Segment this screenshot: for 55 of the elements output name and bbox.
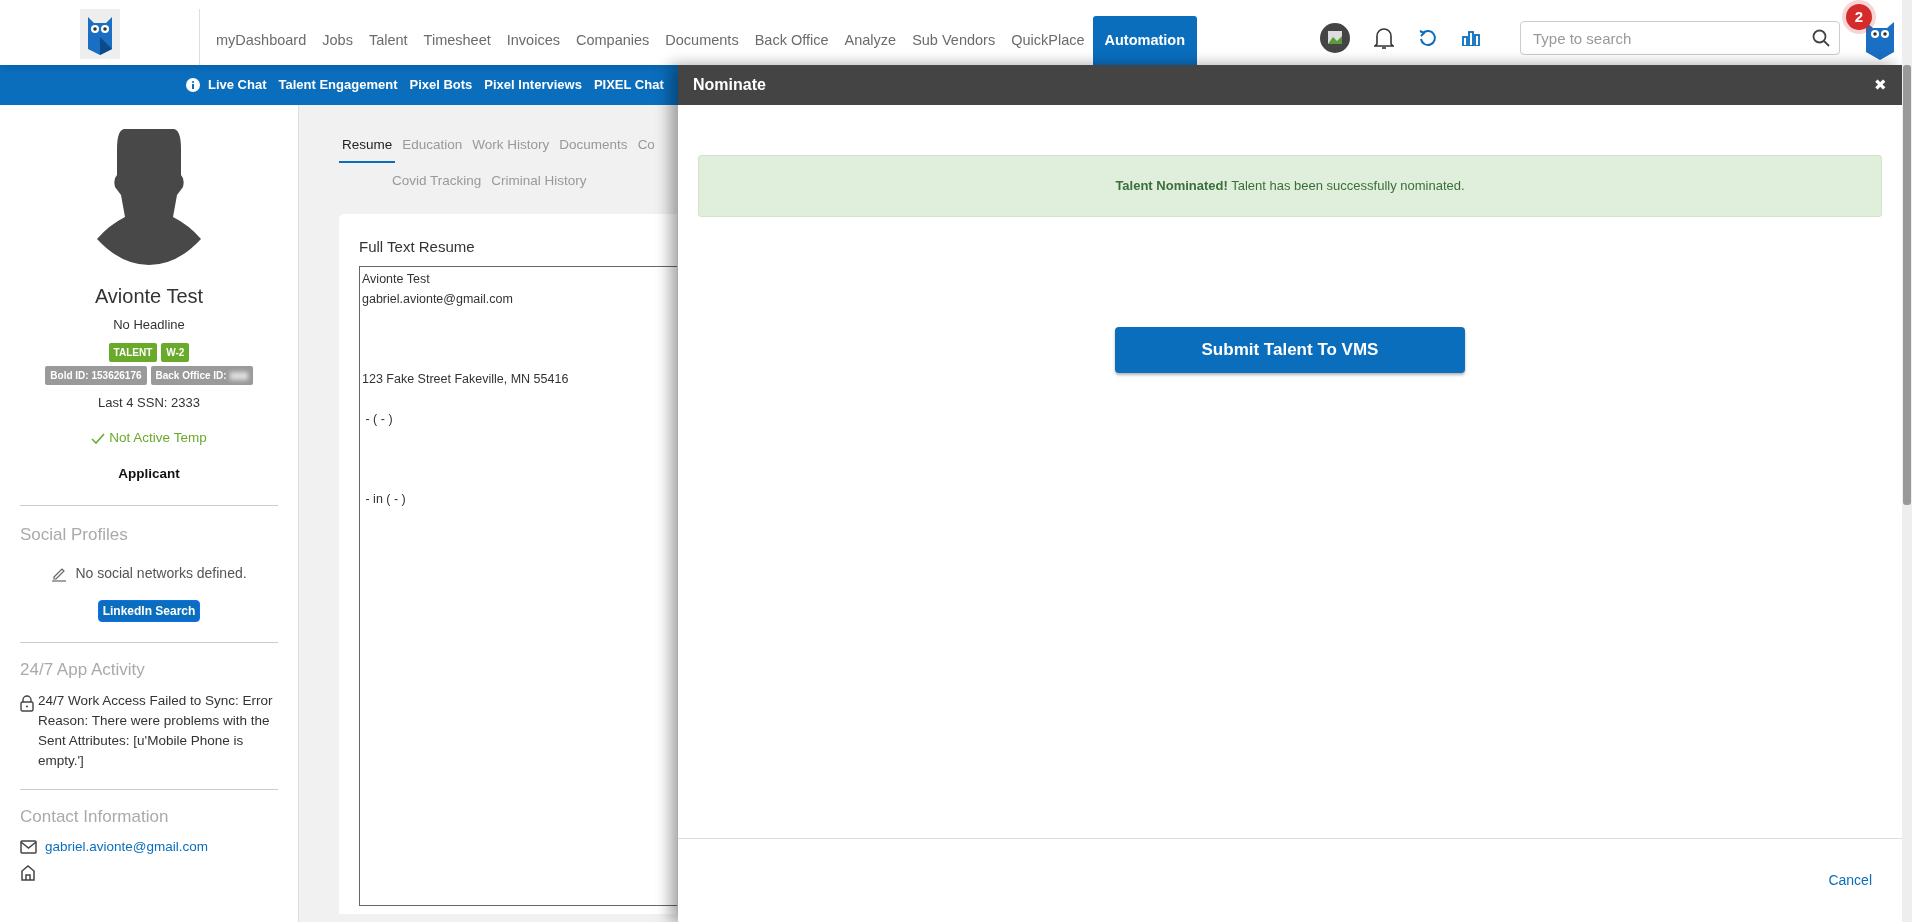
nav-link[interactable]: Companies: [567, 16, 658, 65]
nav-link[interactable]: Talent: [360, 16, 416, 65]
search-field[interactable]: Type to search: [1520, 21, 1840, 55]
nav-link[interactable]: QuickPlace: [1003, 16, 1093, 65]
nav-link[interactable]: Jobs: [314, 16, 361, 65]
owl-logo[interactable]: [79, 9, 120, 59]
alert-message: Talent Nominated! Talent has been successfully nominated.: [1115, 177, 1465, 196]
nav-link[interactable]: Analyze: [836, 16, 905, 65]
id-tag: Bold ID: 153626176: [45, 365, 147, 385]
envelope-icon: [20, 840, 37, 855]
section-title: Contact Information: [20, 805, 169, 828]
email-link[interactable]: gabriel.avionte@gmail.com: [45, 837, 209, 858]
tag: W-2: [161, 342, 190, 362]
submit-button[interactable]: Submit Talent To VMS: [1115, 327, 1465, 373]
sync-error-message: 24/7 Work Access Failed to Sync: Error Reason: There were problems with the Sent Attributes: [u'Mobile Phone is empty.']: [38, 691, 274, 770]
panel-title: Nominate: [693, 75, 766, 95]
section-title: Social Profiles: [20, 523, 128, 546]
sub-nav-link[interactable]: Live Chat: [208, 75, 267, 95]
avatar-icon[interactable]: [1320, 23, 1350, 53]
nav-link[interactable]: Timesheet: [415, 16, 499, 65]
empty-state-text: No social networks defined.: [75, 564, 247, 583]
headline-text: No Headline: [113, 316, 185, 334]
bell-icon[interactable]: [1374, 26, 1394, 50]
info-icon: [186, 78, 200, 92]
nav-link[interactable]: Invoices: [498, 16, 568, 65]
resume-text-area[interactable]: Avionte Test gabriel.avionte@gmail.com 123 Fake Street Fakeville, MN 55416 - ( - ) - in ( - ): [359, 266, 677, 906]
refresh-icon[interactable]: [1418, 28, 1438, 48]
nav-link[interactable]: myDashboard: [208, 16, 315, 65]
lock-icon: [20, 694, 34, 712]
nav-link[interactable]: Sub Vendors: [904, 16, 1004, 65]
section-title: 24/7 App Activity: [20, 659, 145, 681]
search-icon[interactable]: [1812, 29, 1830, 47]
id-tag: Back Office ID:: [150, 365, 253, 385]
home-icon: [20, 865, 36, 882]
sub-nav-link[interactable]: Talent Engagement: [278, 75, 398, 95]
person-silhouette-icon: [97, 129, 201, 265]
nav-link[interactable]: Automation: [1092, 16, 1198, 65]
sub-nav-link[interactable]: Pixel Interviews: [484, 75, 582, 95]
card-title: Full Text Resume: [359, 236, 476, 257]
tab[interactable]: Resume: [339, 129, 396, 164]
notification-badge: 2: [1846, 4, 1872, 30]
nav-link[interactable]: Documents: [657, 16, 747, 65]
linkedin-search-button[interactable]: LinkedIn Search: [97, 600, 201, 622]
tag: TALENT: [108, 342, 158, 362]
talent-type-text: Applicant: [118, 465, 180, 484]
sub-nav-link[interactable]: PIXEL Chat: [593, 75, 664, 95]
bar-chart-icon[interactable]: [1462, 30, 1480, 46]
close-button[interactable]: ✖: [1874, 73, 1887, 97]
cancel-link[interactable]: Cancel: [1828, 870, 1872, 891]
ssn-text: Last 4 SSN: 2333: [98, 393, 200, 412]
talent-name: Avionte Test: [94, 284, 204, 309]
nav-link[interactable]: Back Office: [746, 16, 837, 65]
check-icon: [91, 432, 106, 444]
status-text: Not Active Temp: [109, 429, 207, 447]
sub-nav-link[interactable]: Pixel Bots: [409, 75, 473, 95]
